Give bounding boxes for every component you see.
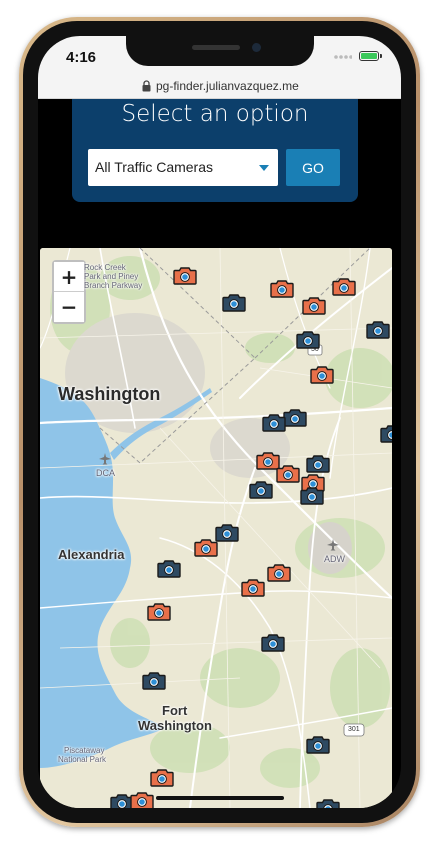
chevron-down-icon	[259, 165, 269, 171]
camera-marker-dark[interactable]	[142, 672, 166, 690]
camera-marker-dark[interactable]	[283, 409, 307, 427]
map-label-dca: DCA	[96, 468, 116, 478]
camera-marker-orange[interactable]	[194, 539, 218, 557]
map-label-adw: ADW	[324, 554, 345, 564]
camera-marker-orange[interactable]	[147, 603, 171, 621]
map-label-fort-washington: Washington	[138, 718, 212, 733]
camera-marker-orange[interactable]	[276, 465, 300, 483]
camera-marker-dark[interactable]	[300, 487, 324, 505]
browser-url-bar[interactable]: pg-finder.julianvazquez.me	[38, 76, 401, 99]
status-time: 4:16	[66, 49, 97, 66]
map-label-fort: Fort	[162, 703, 188, 718]
camera-marker-dark[interactable]	[380, 425, 392, 443]
zoom-out-button[interactable]: −	[54, 292, 84, 322]
map-label-washington: Washington	[58, 384, 161, 404]
camera-marker-orange[interactable]	[302, 297, 326, 315]
camera-marker-dark[interactable]	[249, 481, 273, 499]
lock-icon	[142, 80, 151, 92]
page-header: Select an option All Traffic Cameras GO	[38, 99, 401, 249]
camera-marker-orange[interactable]	[270, 280, 294, 298]
camera-marker-orange[interactable]	[173, 267, 197, 285]
panel-title: Select an option	[121, 101, 309, 127]
camera-marker-dark[interactable]	[306, 736, 330, 754]
wifi-signal-icon	[334, 55, 352, 59]
camera-marker-orange[interactable]	[332, 278, 356, 296]
camera-marker-dark[interactable]	[316, 799, 340, 808]
home-indicator[interactable]	[156, 796, 284, 800]
airport-icon	[327, 539, 339, 551]
camera-marker-orange[interactable]	[267, 564, 291, 582]
camera-marker-orange[interactable]	[130, 792, 154, 808]
camera-marker-dark[interactable]	[157, 560, 181, 578]
camera-marker-orange[interactable]	[150, 769, 174, 787]
phone-notch	[126, 36, 314, 66]
zoom-control: + −	[52, 260, 86, 324]
select-value: All Traffic Cameras	[95, 159, 213, 175]
phone-screen: 4:16 pg-finder.julianvazquez.me Select a…	[38, 36, 401, 808]
go-button[interactable]: GO	[286, 149, 340, 186]
camera-marker-dark[interactable]	[366, 321, 390, 339]
map-label-alexandria: Alexandria	[58, 547, 125, 562]
camera-marker-dark[interactable]	[306, 455, 330, 473]
map-label-piscataway-2: National Park	[58, 755, 107, 764]
route-301-shield: 301	[348, 726, 360, 733]
camera-marker-dark[interactable]	[215, 524, 239, 542]
camera-marker-orange[interactable]	[241, 579, 265, 597]
camera-type-select[interactable]: All Traffic Cameras	[88, 149, 278, 186]
speaker-grille	[192, 45, 240, 50]
map-label-rock-creek-2: Park and Piney	[84, 272, 139, 281]
airport-icon	[99, 453, 111, 465]
zoom-in-button[interactable]: +	[54, 262, 84, 292]
map-label-rock-creek-3: Branch Parkway	[84, 281, 143, 290]
camera-marker-dark[interactable]	[262, 414, 286, 432]
camera-marker-dark[interactable]	[296, 331, 320, 349]
map-label-piscataway-1: Piscataway	[64, 746, 105, 755]
camera-marker-orange[interactable]	[310, 366, 334, 384]
battery-icon	[359, 51, 382, 61]
camera-marker-dark[interactable]	[261, 634, 285, 652]
option-panel: Select an option All Traffic Cameras GO	[72, 99, 358, 202]
url-text: pg-finder.julianvazquez.me	[156, 79, 299, 93]
camera-marker-dark[interactable]	[222, 294, 246, 312]
map[interactable]: + − Rock Creek Park and Piney Branch Par…	[40, 248, 392, 808]
front-camera	[252, 43, 261, 52]
map-label-rock-creek-1: Rock Creek	[84, 263, 126, 272]
